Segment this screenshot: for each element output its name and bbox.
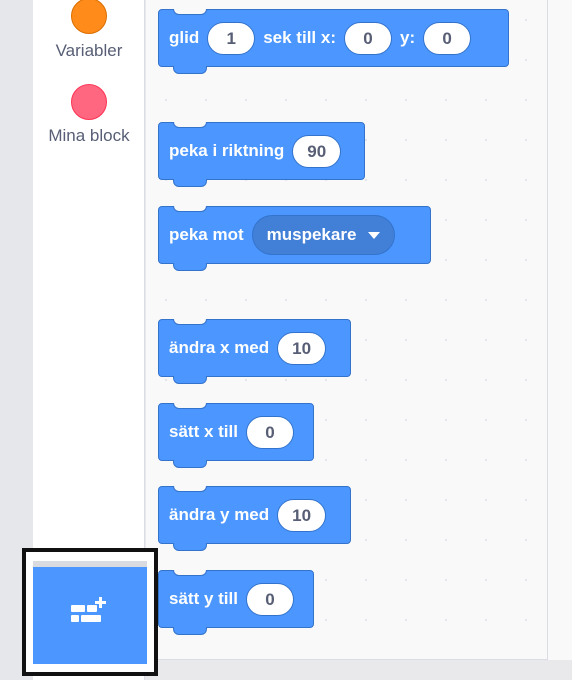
direction-input[interactable]: 90 — [292, 134, 342, 168]
dropdown-arrow-icon — [368, 231, 381, 239]
change-y-input[interactable]: 10 — [277, 498, 327, 532]
block-text: sätt y till — [169, 589, 238, 608]
block-text: y: — [399, 28, 416, 47]
add-extension-icon — [71, 597, 106, 622]
my-blocks-color-dot — [71, 84, 107, 120]
bottom-edge — [146, 660, 572, 680]
block-text: ändra x med — [169, 338, 270, 357]
category-label: Variabler — [55, 41, 123, 60]
glide-block[interactable]: glid 1 sek till x: 0 y: 0 — [158, 9, 509, 74]
workspace-edge — [548, 0, 572, 680]
point-towards-block[interactable]: peka mot muspekare — [158, 206, 431, 271]
category-label: Mina block — [48, 126, 130, 145]
add-extension-button-face[interactable] — [33, 561, 147, 664]
change-y-block[interactable]: ändra y med 10 — [158, 486, 351, 551]
point-in-direction-block[interactable]: peka i riktning 90 — [158, 122, 365, 187]
block-text: sätt x till — [169, 422, 238, 441]
change-x-block[interactable]: ändra x med 10 — [158, 319, 351, 384]
set-x-input[interactable]: 0 — [245, 415, 294, 449]
set-y-input[interactable]: 0 — [245, 582, 294, 616]
dropdown-value: muspekare — [266, 225, 357, 244]
block-palette: glid 1 sek till x: 0 y: 0 peka i riktnin… — [146, 0, 548, 660]
variables-color-dot — [71, 0, 107, 34]
block-text: peka mot — [169, 225, 244, 244]
add-extension-button[interactable] — [22, 548, 158, 676]
x-input[interactable]: 0 — [343, 21, 392, 55]
block-text: glid — [169, 28, 200, 47]
block-text: sek till x: — [263, 28, 336, 47]
block-text: peka i riktning — [169, 141, 285, 160]
target-dropdown[interactable]: muspekare — [251, 215, 396, 255]
set-y-block[interactable]: sätt y till 0 — [158, 570, 314, 635]
set-x-block[interactable]: sätt x till 0 — [158, 403, 314, 468]
y-input[interactable]: 0 — [423, 21, 472, 55]
seconds-input[interactable]: 1 — [207, 21, 256, 55]
change-x-input[interactable]: 10 — [277, 331, 327, 365]
block-text: ändra y med — [169, 505, 270, 524]
